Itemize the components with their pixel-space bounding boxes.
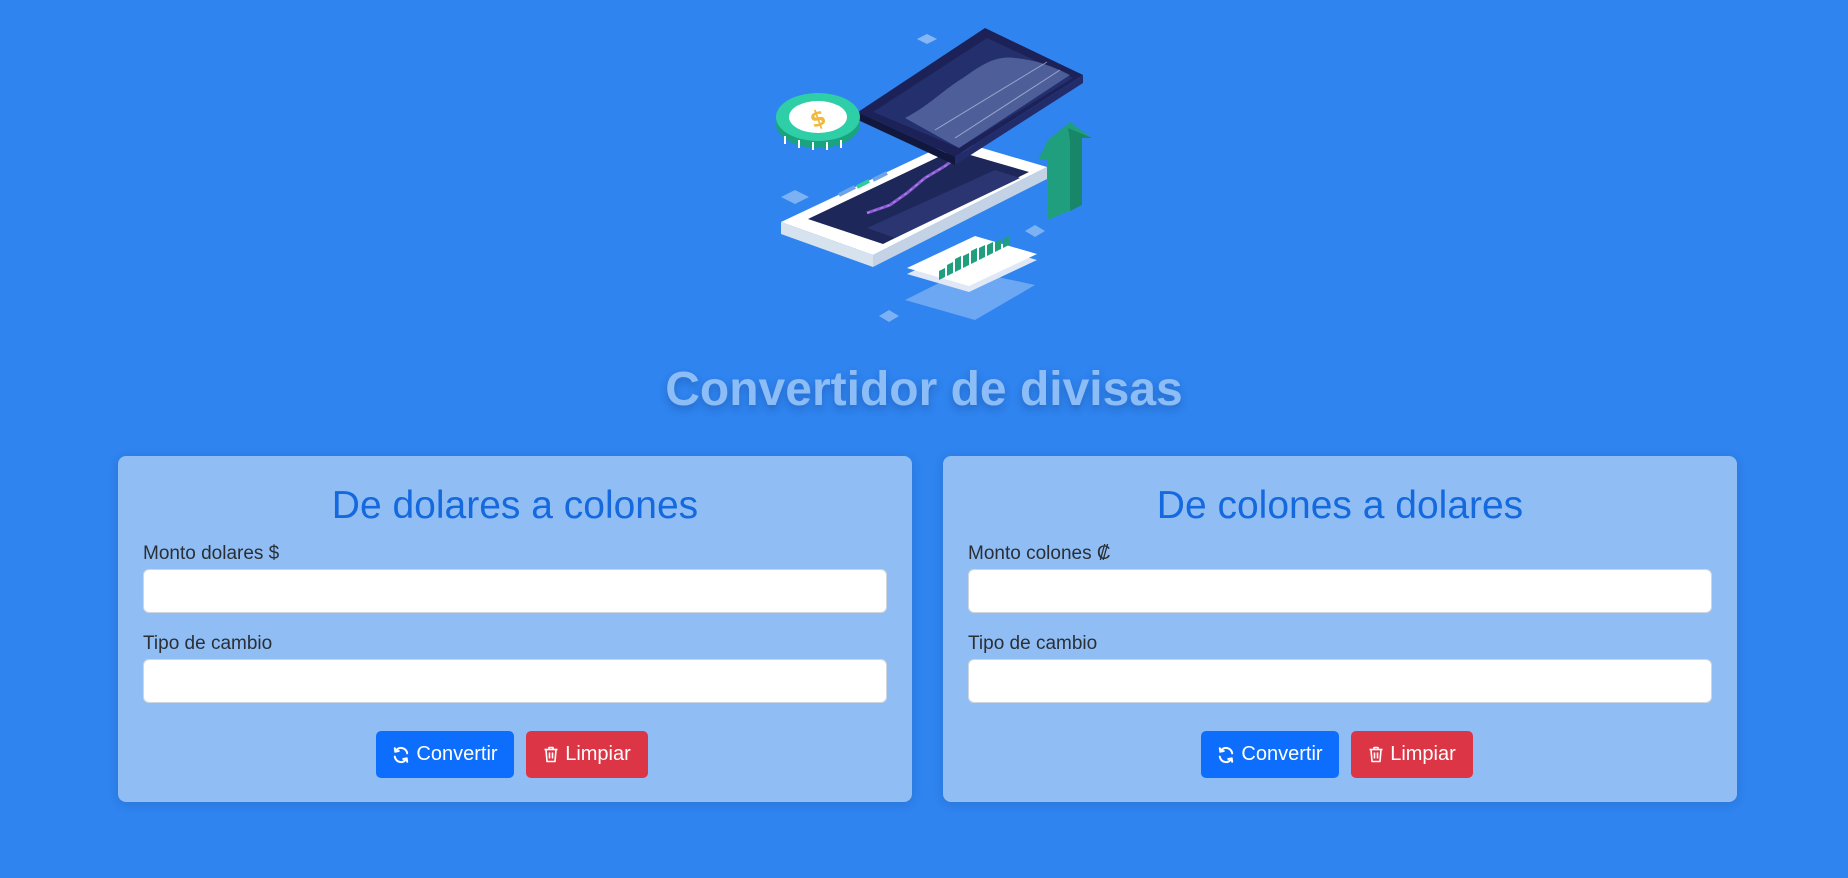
rate-label: Tipo de cambio	[143, 633, 273, 654]
page-title: Convertidor de divisas	[665, 363, 1183, 416]
amount-label: Monto colones ₡	[968, 543, 1111, 564]
exchange-rate-input[interactable]	[143, 659, 887, 703]
trash-icon	[544, 746, 558, 763]
clear-label: Limpiar	[565, 743, 631, 765]
card-heading: De dolares a colones	[331, 484, 699, 527]
clear-button[interactable]: Limpiar	[526, 731, 648, 778]
exchange-rate-input[interactable]	[968, 659, 1712, 703]
clear-button[interactable]: Limpiar	[1351, 731, 1473, 778]
amount-label: Monto dolares $	[143, 543, 280, 564]
clear-label: Limpiar	[1390, 743, 1456, 765]
convert-label: Convertir	[416, 743, 498, 765]
amount-dollars-input[interactable]	[143, 569, 887, 613]
refresh-icon	[1219, 746, 1234, 763]
crc-to-usd-card: De colones a dolares Monto colones ₡ Tip…	[943, 456, 1737, 802]
rate-label: Tipo de cambio	[968, 633, 1098, 654]
trash-icon	[1369, 746, 1383, 763]
refresh-icon	[394, 746, 409, 763]
card-heading: De colones a dolares	[1156, 484, 1524, 527]
finance-illustration: $	[776, 28, 1092, 322]
convert-button[interactable]: Convertir	[376, 731, 514, 778]
convert-label: Convertir	[1241, 743, 1323, 765]
convert-button[interactable]: Convertir	[1201, 731, 1339, 778]
amount-colones-input[interactable]	[968, 569, 1712, 613]
usd-to-crc-card: De dolares a colones Monto dolares $ Tip…	[118, 456, 912, 802]
